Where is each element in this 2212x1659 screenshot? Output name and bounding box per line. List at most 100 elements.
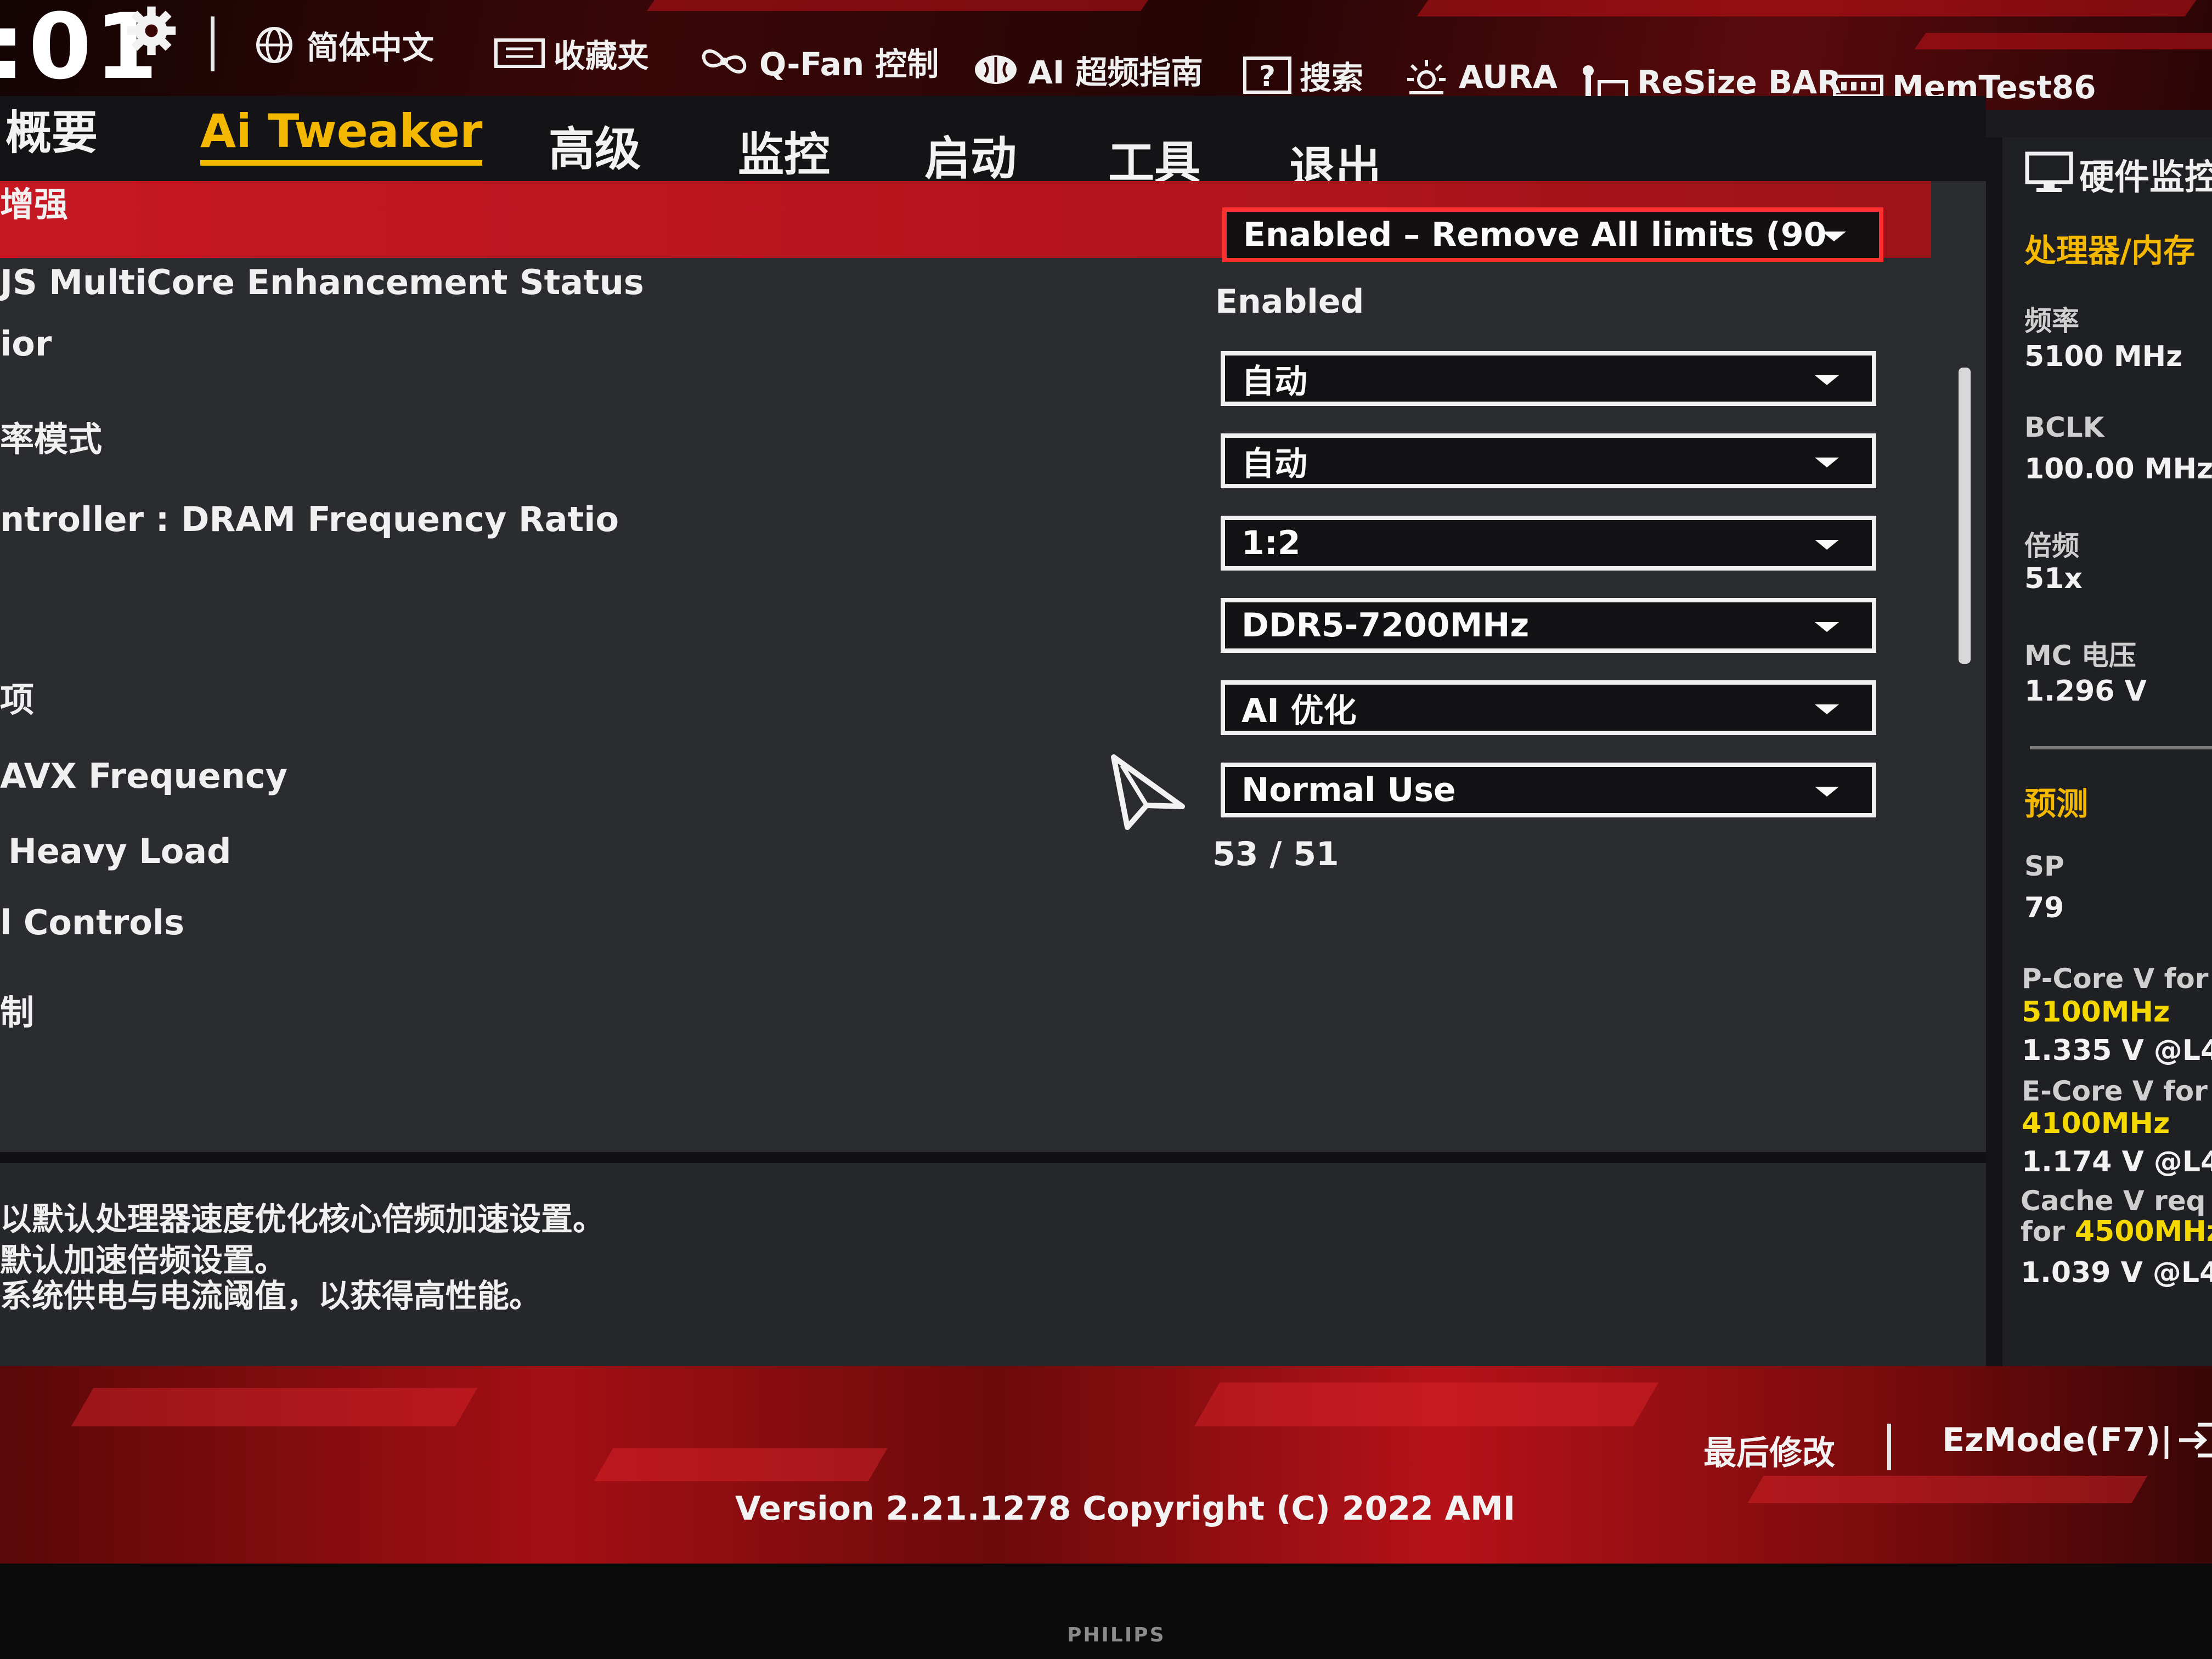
favorites-icon (494, 38, 545, 68)
aura-label: AURA (1459, 58, 1558, 95)
search-label: 搜索 (1300, 59, 1364, 97)
favorites-label: 收藏夹 (554, 37, 650, 75)
settings-scrollbar[interactable] (1959, 368, 1971, 664)
search-button[interactable]: ? 搜索 (1243, 52, 1363, 98)
dropdown-dram-frequency-ratio[interactable]: 1:2 (1221, 516, 1876, 571)
monitor-label-ecore: E-Core V for (2022, 1075, 2208, 1107)
chevron-down-icon (1815, 704, 1839, 714)
version-copyright: Version 2.21.1278 Copyright (C) 2022 AMI (735, 1489, 1516, 1528)
mce-status-value: Enabled (1215, 283, 1364, 321)
monitor-value-pcore: 1.335 V @L4 (2022, 1034, 2212, 1067)
monitor-value-ecore: 1.174 V @L4 (2022, 1146, 2212, 1178)
monitor-cache-frequency: 4500MHz (2074, 1215, 2212, 1248)
help-divider (0, 1152, 1986, 1163)
dropdown-value: 1:2 (1242, 524, 1301, 562)
monitor-label-sp: SP (2024, 850, 2064, 882)
monitor-cache-for: for 4500MHz (2021, 1215, 2212, 1248)
tab-advanced[interactable]: 高级 (549, 112, 641, 179)
setting-label-ratio-mode: 率模式 (0, 419, 103, 459)
tab-ai-tweaker[interactable]: Ai Tweaker (200, 104, 483, 166)
ai-brain-icon (975, 55, 1017, 84)
monitor-divider (2030, 746, 2212, 749)
monitor-ecore-frequency: 4100MHz (2022, 1107, 2170, 1140)
monitor-screen-icon (2025, 151, 2073, 192)
ai-oc-guide-button[interactable]: AI 超频指南 (971, 47, 1203, 93)
monitor-label-bclk: BCLK (2024, 411, 2104, 443)
favorites-button[interactable]: 收藏夹 (494, 30, 649, 76)
chevron-down-icon (1815, 787, 1839, 797)
setting-label-ior: ior (0, 324, 52, 364)
monitor-value-sp: 79 (2024, 891, 2064, 924)
monitor-value-frequency: 5100 MHz (2024, 340, 2183, 373)
chevron-down-icon (1822, 232, 1846, 241)
monitor-value-cache: 1.039 V @L4 (2021, 1256, 2212, 1289)
tab-monitor[interactable]: 监控 (738, 118, 830, 184)
footer-bar (0, 1366, 2212, 1564)
last-modified-button[interactable]: 最后修改 (1703, 1426, 1835, 1474)
dropdown-value: Normal Use (1242, 771, 1456, 809)
mouse-cursor-icon (1111, 754, 1185, 830)
svg-text:?: ? (1259, 60, 1276, 93)
settings-gear-icon[interactable] (125, 4, 178, 57)
dropdown-avx-frequency[interactable]: Normal Use (1221, 763, 1876, 817)
dropdown-setting-2[interactable]: 自动 (1221, 351, 1876, 406)
cache-for-label: for (2021, 1216, 2065, 1248)
setting-label-enhancement: 增强 (0, 184, 69, 224)
language-label: 简体中文 (307, 29, 435, 66)
help-line-1: 以默认处理器速度优化核心倍频加速设置。 (0, 1200, 605, 1238)
dropdown-dram-frequency[interactable]: DDR5-7200MHz (1221, 598, 1876, 653)
monitor-label-frequency: 频率 (2024, 305, 2079, 337)
setting-label-heavy-load: Heavy Load (8, 831, 232, 871)
dropdown-value: DDR5-7200MHz (1242, 606, 1530, 645)
monitor-title: 硬件监控 (2079, 157, 2212, 198)
dropdown-setting-3[interactable]: 自动 (1221, 433, 1876, 488)
chevron-down-icon (1815, 458, 1839, 467)
aura-light-icon (1407, 60, 1446, 94)
tab-boot[interactable]: 启动 (924, 122, 1017, 188)
dropdown-value: 自动 (1242, 362, 1307, 401)
settings-panel (0, 181, 1986, 1152)
setting-label-mce-status: JS MultiCore Enhancement Status (0, 262, 644, 302)
chevron-down-icon (1815, 375, 1839, 385)
setting-label-controls[interactable]: l Controls (0, 902, 184, 943)
monitor-value-ratio: 51x (2024, 562, 2083, 595)
header-separator (211, 16, 215, 71)
monitor-separator (1986, 137, 2002, 1366)
help-line-3: 系统供电与电流阈值，以获得高性能。 (0, 1277, 541, 1314)
dropdown-multicore-enhancement[interactable]: Enabled – Remove All limits (90 (1222, 207, 1883, 262)
fan-icon (702, 49, 747, 74)
globe-icon (256, 27, 292, 63)
monitor-label-ratio: 倍频 (2024, 530, 2079, 562)
exit-arrow-icon (2179, 1423, 2212, 1458)
monitor-label-cache: Cache V req (2021, 1185, 2206, 1217)
monitor-pcore-frequency: 5100MHz (2022, 996, 2170, 1029)
dropdown-value: Enabled – Remove All limits (90 (1243, 216, 1827, 254)
ezmode-button[interactable]: EzMode(F7)| (1942, 1421, 2212, 1459)
chevron-down-icon (1815, 540, 1839, 550)
ezmode-label: EzMode(F7)| (1942, 1421, 2172, 1459)
setting-label-avx-frequency: AVX Frequency (0, 756, 288, 796)
setting-label-option: 项 (0, 680, 35, 720)
monitor-brand-logo: PHILIPS (1067, 1624, 1166, 1646)
monitor-value-mc-voltage: 1.296 V (2024, 675, 2147, 708)
help-search-icon: ? (1243, 57, 1291, 94)
qfan-label: Q-Fan 控制 (759, 46, 939, 83)
dropdown-setting-6[interactable]: AI 优化 (1221, 680, 1876, 735)
monitor-value-bclk: 100.00 MHz (2024, 453, 2212, 486)
setting-label-control[interactable]: 制 (0, 985, 34, 1034)
dropdown-value: AI 优化 (1242, 691, 1357, 730)
tab-overview[interactable]: 概要 (5, 96, 98, 162)
monitor-section-prediction: 预测 (2024, 785, 2089, 822)
language-button[interactable]: 简体中文 (250, 22, 434, 68)
ai-oc-guide-label: AI 超频指南 (1028, 54, 1203, 91)
heavy-load-value: 53 / 51 (1212, 835, 1339, 873)
monitor-section-cpu: 处理器/内存 (2024, 232, 2196, 269)
monitor-label-pcore: P-Core V for (2022, 963, 2209, 995)
resize-bar-label: ReSize BAR (1637, 64, 1842, 101)
qfan-button[interactable]: Q-Fan 控制 (697, 38, 939, 84)
chevron-down-icon (1815, 622, 1839, 632)
aura-button[interactable]: AURA (1402, 58, 1558, 96)
dropdown-value: 自动 (1242, 444, 1307, 483)
setting-label-dram-ratio: ntroller : DRAM Frequency Ratio (0, 499, 619, 539)
monitor-label-mc-voltage: MC 电压 (2024, 640, 2136, 672)
